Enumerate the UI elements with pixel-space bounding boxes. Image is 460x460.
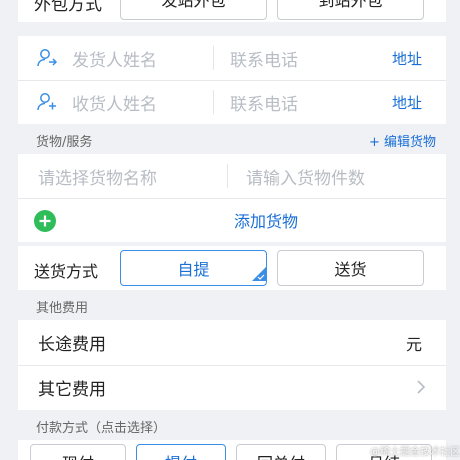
- chevron-right-icon: [416, 379, 426, 399]
- other-fee-label: 其它费用: [38, 380, 106, 400]
- goods-section-title: 货物/服务: [36, 134, 93, 150]
- goods-name-input[interactable]: 请选择货物名称: [38, 164, 157, 189]
- payment-option-collect[interactable]: 提付: [136, 444, 226, 460]
- add-person-icon: [36, 92, 58, 116]
- sender-name-input[interactable]: 发货人姓名: [72, 46, 157, 71]
- delivery-option-deliver[interactable]: 送货: [277, 250, 424, 286]
- long-distance-fee-row[interactable]: 长途费用 元: [18, 320, 446, 365]
- sender-address-link[interactable]: 地址: [392, 48, 422, 69]
- payment-title: 付款方式（点击选择）: [36, 420, 167, 436]
- add-goods-row[interactable]: 添加货物: [18, 198, 446, 242]
- goods-section-header: 货物/服务 + 编辑货物: [18, 126, 446, 154]
- payment-option-cash[interactable]: 现付: [30, 444, 126, 460]
- add-goods-button[interactable]: 添加货物: [18, 208, 460, 232]
- sender-row: 发货人姓名 联系电话 地址: [18, 36, 446, 80]
- watermark: @稀土掘金技术社区: [370, 447, 460, 458]
- delivery-option-pickup-label: 自提: [177, 260, 210, 279]
- selected-corner-icon: [252, 266, 266, 285]
- delivery-option-pickup[interactable]: 自提: [120, 250, 267, 286]
- goods-count-input[interactable]: 请输入货物件数: [246, 164, 365, 189]
- outsource-option-arrival[interactable]: 到站外包: [277, 0, 424, 20]
- goods-input-row: 请选择货物名称 请输入货物件数: [18, 154, 446, 198]
- divider: [213, 46, 214, 70]
- divider: [227, 164, 228, 188]
- receiver-row: 收货人姓名 联系电话 地址: [18, 80, 446, 124]
- long-distance-fee-unit: 元: [406, 334, 423, 354]
- other-fees-title: 其他费用: [36, 300, 89, 316]
- long-distance-fee-label: 长途费用: [38, 335, 106, 355]
- other-fee-row[interactable]: 其它费用: [18, 365, 446, 410]
- outsource-label: 外包方式: [34, 0, 102, 15]
- receiver-name-input[interactable]: 收货人姓名: [72, 90, 157, 115]
- other-fees-header: 其他费用: [18, 292, 446, 320]
- receiver-phone-input[interactable]: 联系电话: [230, 90, 298, 115]
- payment-option-receipt[interactable]: 回单付: [236, 444, 326, 460]
- delivery-label: 送货方式: [34, 262, 99, 281]
- outsource-option-departure[interactable]: 发站外包: [120, 0, 267, 20]
- receiver-address-link[interactable]: 地址: [392, 92, 422, 113]
- payment-header: 付款方式（点击选择）: [18, 412, 446, 440]
- divider: [213, 90, 214, 114]
- sender-phone-input[interactable]: 联系电话: [230, 46, 298, 71]
- edit-goods-link[interactable]: + 编辑货物: [369, 131, 436, 150]
- add-person-icon: [36, 48, 58, 72]
